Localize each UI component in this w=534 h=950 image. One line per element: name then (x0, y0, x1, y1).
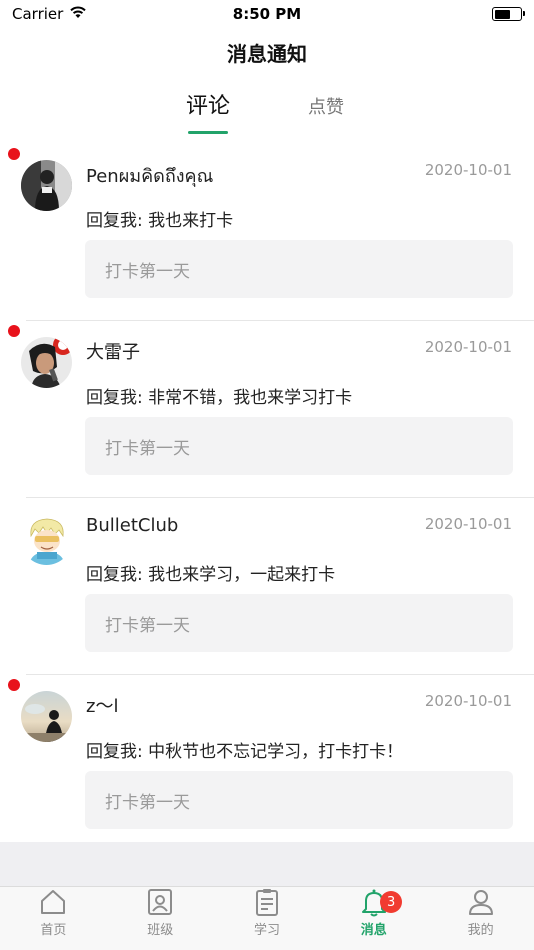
quoted-post[interactable]: 打卡第一天 (85, 594, 513, 652)
unread-dot (8, 325, 20, 337)
message-date: 2020-10-01 (424, 515, 512, 533)
tab-active-indicator (188, 131, 228, 134)
sender-name: z～l (86, 696, 119, 717)
tabbar-item-class[interactable]: 班级 (107, 887, 214, 950)
page-title: 消息通知 (227, 42, 307, 66)
message-item[interactable]: BulletClub 2020-10-01 回复我: 我也来学习，一起来打卡 打… (0, 498, 534, 675)
message-item[interactable]: 大雷子 2020-10-01 回复我: 非常不错，我也来学习打卡 打卡第一天 (0, 321, 534, 498)
message-date: 2020-10-01 (424, 161, 512, 179)
quoted-post[interactable]: 打卡第一天 (85, 240, 513, 298)
tabbar-item-study[interactable]: 学习 (214, 887, 321, 950)
tabbar-label-study: 学习 (253, 923, 280, 938)
reply-text: 回复我: 中秋节也不忘记学习，打卡打卡！ (86, 742, 404, 762)
quoted-post-text: 打卡第一天 (105, 792, 190, 813)
cartoon-boy-avatar[interactable] (21, 514, 72, 565)
tab-bar: 评论 点赞 (0, 88, 534, 134)
tab-comments-label: 评论 (185, 94, 230, 119)
list-footer-background (0, 842, 534, 886)
tabbar-label-class: 班级 (147, 923, 174, 938)
tabbar-item-mine[interactable]: 我的 (427, 887, 534, 950)
reply-text: 回复我: 我也来学习，一起来打卡 (86, 565, 336, 585)
tab-likes-label: 点赞 (308, 97, 344, 118)
sender-name: Penผมคิดถึงคุณ (86, 166, 214, 187)
tabbar-item-home[interactable]: 首页 (0, 887, 107, 950)
tabbar-label-mine: 我的 (467, 923, 494, 938)
message-list: Penผมคิดถึงคุณ 2020-10-01 回复我: 我也来打卡 打卡第… (0, 144, 534, 852)
quoted-post-text: 打卡第一天 (105, 261, 190, 282)
status-bar: Carrier 8:50 PM (0, 0, 534, 28)
tabbar-label-messages: 消息 (360, 923, 387, 938)
sunset-silhouette-avatar[interactable] (21, 691, 72, 742)
singer-portrait-avatar[interactable] (21, 337, 72, 388)
reply-text: 回复我: 非常不错，我也来学习打卡 (86, 388, 353, 408)
carrier-label: Carrier (12, 5, 64, 23)
sender-name: BulletClub (86, 515, 179, 536)
class-icon (145, 887, 175, 917)
message-item[interactable]: Penผมคิดถึงคุณ 2020-10-01 回复我: 我也来打卡 打卡第… (0, 144, 534, 321)
home-icon (38, 887, 68, 917)
status-left: Carrier (12, 5, 87, 23)
unread-count-badge: 3 (380, 891, 403, 913)
message-date: 2020-10-01 (424, 692, 512, 710)
clipboard-icon (252, 887, 282, 917)
wifi-icon (69, 5, 87, 23)
bw-portrait-avatar[interactable] (21, 160, 72, 211)
quoted-post[interactable]: 打卡第一天 (85, 417, 513, 475)
tabbar-item-messages[interactable]: 消息 3 (320, 887, 427, 950)
quoted-post[interactable]: 打卡第一天 (85, 771, 513, 829)
unread-dot (8, 679, 20, 691)
reply-text: 回复我: 我也来打卡 (86, 211, 234, 231)
message-item[interactable]: z～l 2020-10-01 回复我: 中秋节也不忘记学习，打卡打卡！ 打卡第一… (0, 675, 534, 852)
bottom-tab-bar: 首页 班级 学习 消息 3 我的 (0, 886, 534, 950)
message-date: 2020-10-01 (424, 338, 512, 356)
sender-name: 大雷子 (86, 342, 140, 363)
battery-icon (492, 7, 525, 21)
quoted-post-text: 打卡第一天 (105, 615, 190, 636)
tab-comments[interactable]: 评论 (182, 88, 234, 134)
unread-dot (8, 148, 20, 160)
person-icon (466, 887, 496, 917)
quoted-post-text: 打卡第一天 (105, 438, 190, 459)
tabbar-label-home: 首页 (40, 923, 67, 938)
tab-likes[interactable]: 点赞 (302, 88, 350, 134)
